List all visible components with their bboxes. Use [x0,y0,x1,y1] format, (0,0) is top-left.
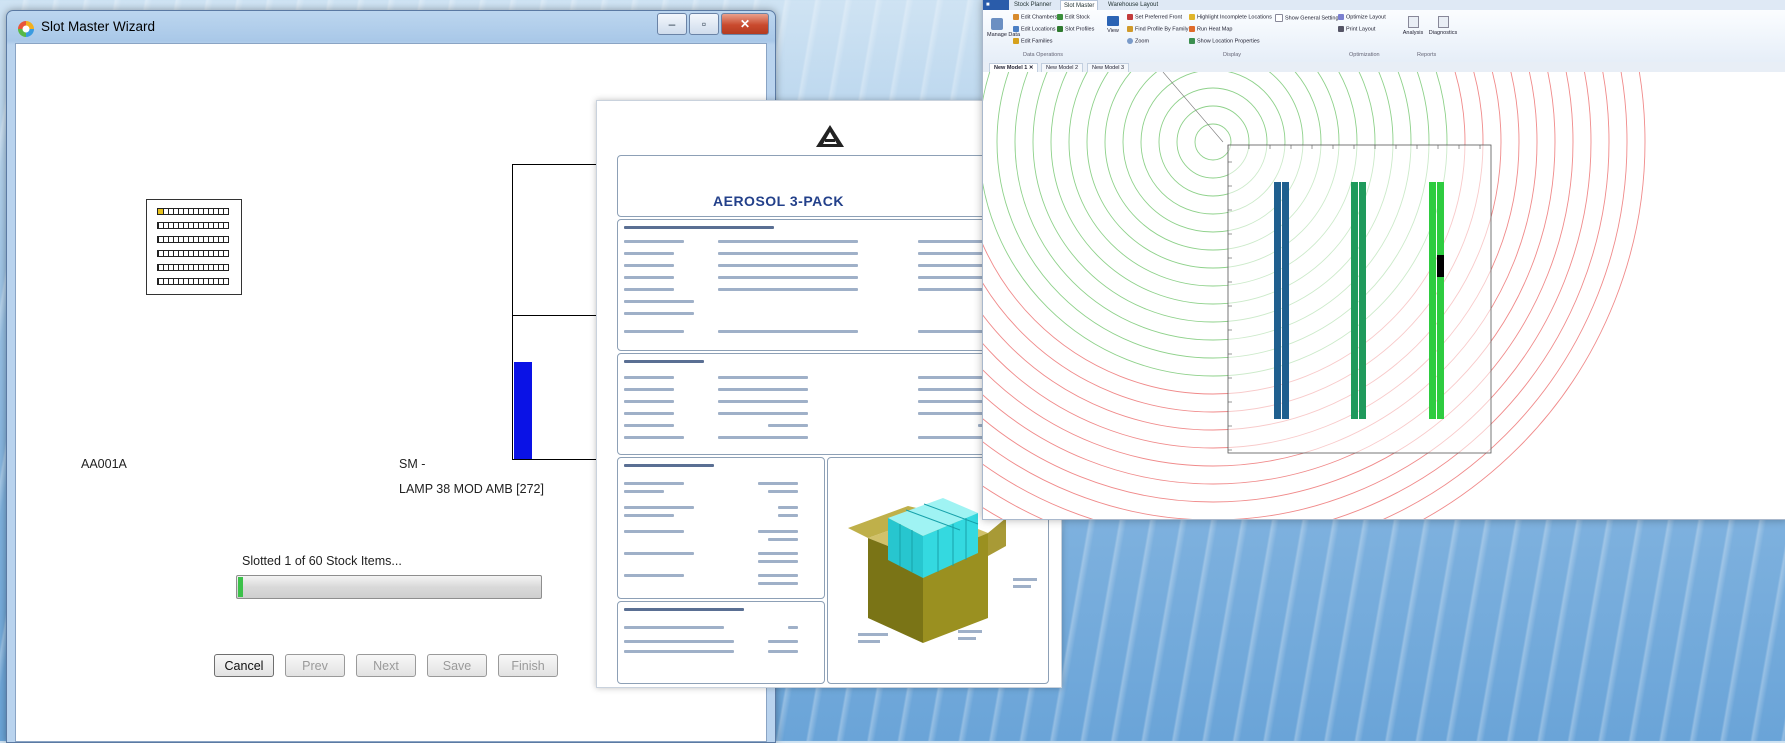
flag-icon [1127,14,1133,20]
analysis-icon [1407,16,1419,28]
app-icon [18,21,34,37]
file-tab[interactable]: ■ [983,0,1009,10]
stock-item-block [514,362,532,459]
print-layout-button[interactable]: Print Layout [1338,26,1375,32]
set-preferred-front-label: Set Preferred Front [1135,14,1183,21]
doc-tab-label: New Model 1 [994,65,1028,71]
edit-stock-label: Edit Stock [1065,14,1090,21]
highlight-icon [1189,14,1195,20]
reports-group-label: Reports [1417,52,1437,58]
company-logo-icon [816,125,844,147]
window-title: Slot Master Wizard [41,19,156,34]
optimize-layout-button[interactable]: Optimize Layout [1338,14,1386,20]
maximize-icon[interactable]: ▫ [689,13,719,35]
sm-label: SM - [399,457,426,471]
find-icon [1127,26,1133,32]
close-icon[interactable]: ✕ [721,13,769,35]
profiles-icon [1057,26,1063,32]
progress-fill [238,577,244,597]
edit-locations-label: Edit Locations [1021,26,1056,33]
edit-families-label: Edit Families [1021,38,1053,45]
cancel-button[interactable]: Cancel [214,654,274,677]
slot-master-app-window: ■ Stock Planner Slot Master Warehouse La… [982,0,1785,520]
database-icon [991,18,1003,30]
rack-aisle-1 [1274,182,1281,419]
rack-aisle-1 [1282,182,1289,419]
find-profile-label: Find Profile By Family [1135,26,1189,33]
edit-locations-button[interactable]: Edit Locations [1013,26,1056,32]
tab-warehouse-layout[interactable]: Warehouse Layout [1105,0,1161,10]
analysis-button[interactable]: Analysis [1401,16,1425,36]
rack-aisle-2 [1351,182,1358,419]
location-code: AA001A [81,457,127,471]
show-location-properties-label: Show Location Properties [1197,38,1260,45]
ribbon: Manage Data Edit Chambers Edit Locations… [983,10,1785,63]
optimize-layout-label: Optimize Layout [1346,14,1386,21]
prev-button[interactable]: Prev [285,654,345,677]
find-profile-button[interactable]: Find Profile By Family [1127,26,1189,32]
monitor-icon [1107,16,1119,26]
diagnostics-icon [1437,16,1449,28]
heat-map-icon [1189,26,1195,32]
rack-aisle-2 [1359,182,1366,419]
tab-stock-planner[interactable]: Stock Planner [1011,0,1054,10]
optimization-group-label: Optimization [1349,52,1380,58]
view-button[interactable]: View [1105,16,1121,34]
view-label: View [1107,28,1119,34]
slot-profiles-label: Slot Profiles [1065,26,1095,33]
selected-location-marker [1437,255,1444,277]
analysis-label: Analysis [1402,30,1424,36]
highlight-incomplete-button[interactable]: Highlight Incomplete Locations [1189,14,1272,20]
save-button[interactable]: Save [427,654,487,677]
current-slot-marker [158,209,163,214]
locations-icon [1013,26,1019,32]
zoom-button[interactable]: Zoom [1127,38,1149,44]
next-button[interactable]: Next [356,654,416,677]
optimize-icon [1338,14,1344,20]
edit-stock-button[interactable]: Edit Stock [1057,14,1090,20]
data-operations-group-label: Data Operations [1023,52,1064,58]
pallet-summary-box [617,457,825,599]
minimize-icon[interactable]: – [657,13,687,35]
report-title: AEROSOL 3-PACK [713,193,844,209]
layout-canvas[interactable] [983,72,1785,519]
progress-bar [236,575,542,599]
edit-chambers-label: Edit Chambers [1021,14,1058,21]
run-heat-map-label: Run Heat Map [1197,26,1233,33]
stock-icon [1057,14,1063,20]
title-bar[interactable]: Slot Master Wizard – ▫ ✕ [7,11,775,47]
highlight-incomplete-label: Highlight Incomplete Locations [1197,14,1272,21]
display-group-label: Display [1223,52,1242,58]
distance-ring [1194,123,1232,161]
show-general-settings-label: Show General Settings [1285,15,1342,22]
properties-icon [1189,38,1195,44]
utilization-box [617,601,825,684]
finish-button[interactable]: Finish [498,654,558,677]
manage-data-button[interactable]: Manage Data [987,18,1020,38]
rack-thumbnail [146,199,242,295]
rack-aisle-3 [1429,182,1436,419]
diagnostics-label: Diagnostics [1428,30,1458,36]
print-layout-label: Print Layout [1346,26,1376,33]
chambers-icon [1013,14,1019,20]
rack-aisle-3 [1437,182,1444,419]
run-heat-map-button[interactable]: Run Heat Map [1189,26,1232,32]
zoom-icon [1127,38,1133,44]
diagnostics-button[interactable]: Diagnostics [1428,16,1458,36]
show-location-properties-button[interactable]: Show Location Properties [1189,38,1260,44]
edit-chambers-button[interactable]: Edit Chambers [1013,14,1057,20]
show-general-settings-checkbox[interactable]: Show General Settings [1275,14,1341,22]
checkbox-icon [1275,14,1283,22]
slot-profiles-button[interactable]: Slot Profiles [1057,26,1094,32]
stock-item-name: LAMP 38 MOD AMB [272] [399,482,544,496]
heat-rings-diagram [983,72,1646,519]
print-icon [1338,26,1344,32]
families-icon [1013,38,1019,44]
set-preferred-front-button[interactable]: Set Preferred Front [1127,14,1182,20]
zoom-label: Zoom [1135,38,1150,45]
status-text: Slotted 1 of 60 Stock Items... [242,554,402,568]
edit-families-button[interactable]: Edit Families [1013,38,1052,44]
